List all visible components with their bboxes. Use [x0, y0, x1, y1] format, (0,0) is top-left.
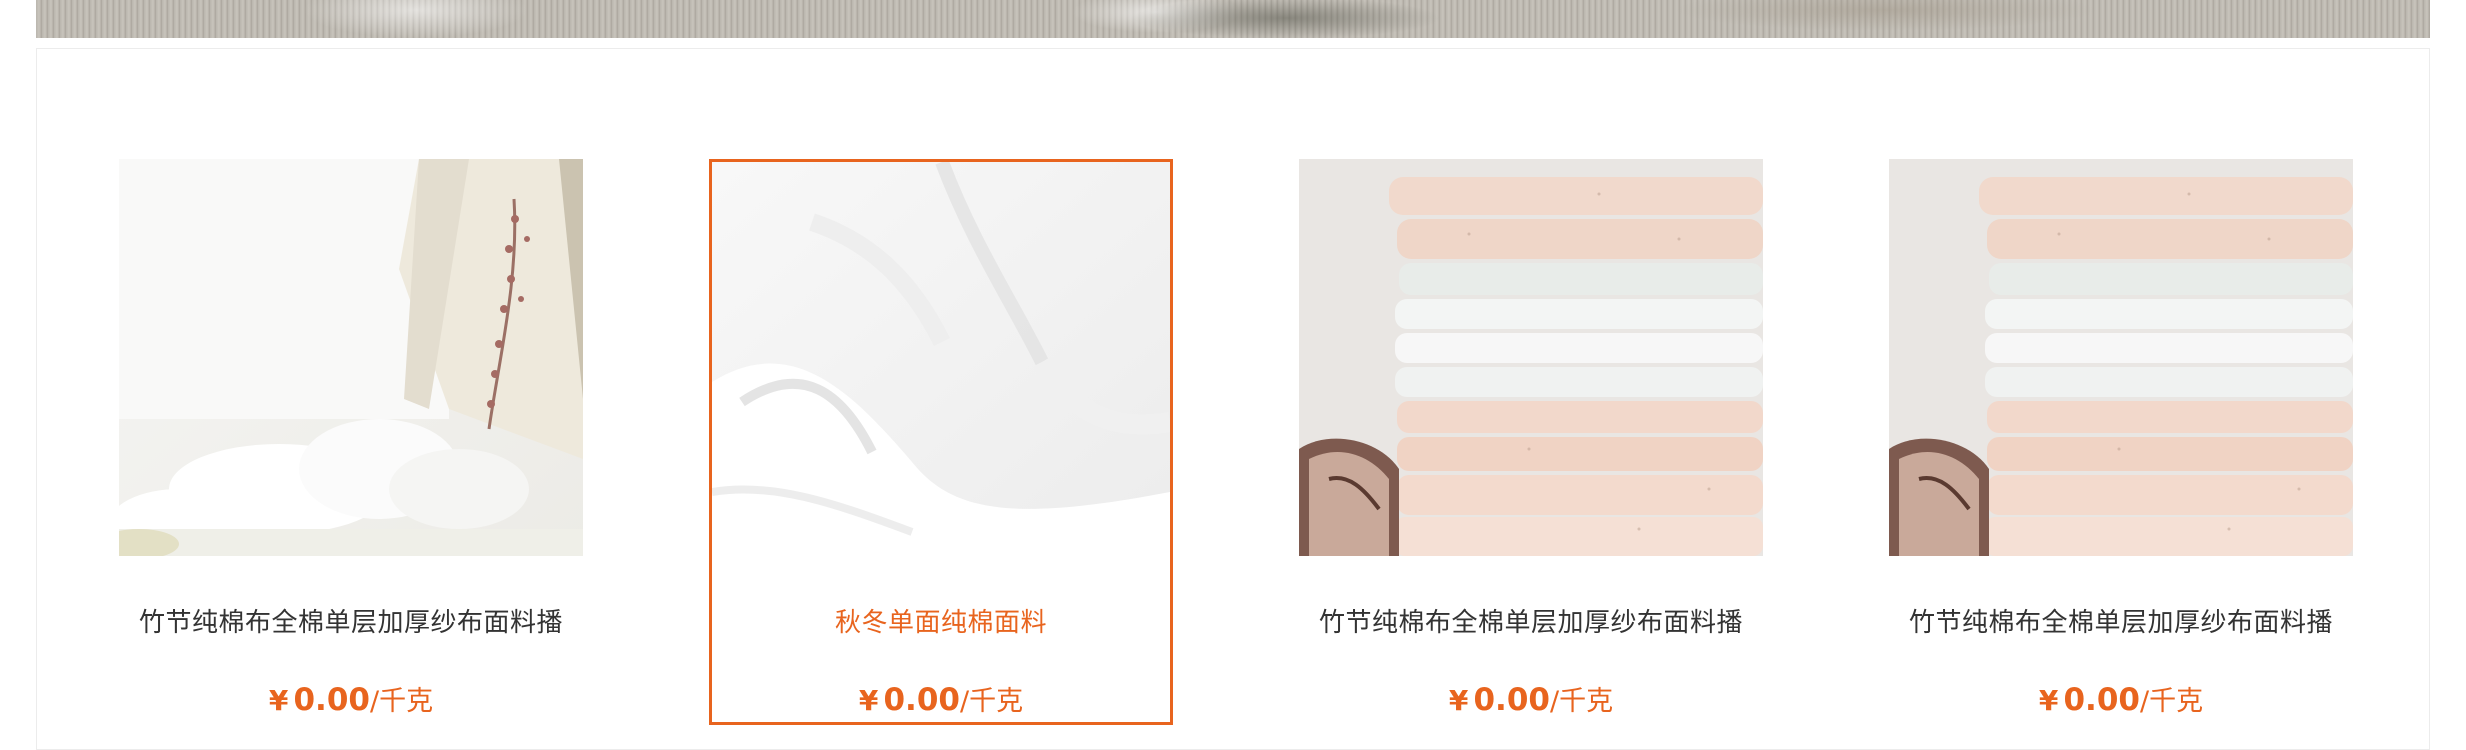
product-price: ¥ 0.00/千克: [1299, 679, 1763, 718]
price-currency: ¥: [1448, 684, 1469, 717]
price-amount: 0.00: [1473, 682, 1550, 718]
price-currency: ¥: [858, 684, 879, 717]
product-price: ¥ 0.00/千克: [1889, 679, 2353, 718]
price-amount: 0.00: [883, 682, 960, 718]
price-unit: /千克: [2139, 686, 2204, 717]
product-card[interactable]: 竹节纯棉布全棉单层加厚纱布面料播 ¥ 0.00/千克: [1299, 159, 1763, 725]
product-image[interactable]: [119, 159, 583, 556]
product-image[interactable]: [1299, 159, 1763, 556]
product-grid: 竹节纯棉布全棉单层加厚纱布面料播 ¥ 0.00/千克 秋冬单面纯棉面料 ¥ 0.…: [36, 48, 2430, 750]
product-title[interactable]: 竹节纯棉布全棉单层加厚纱布面料播: [1889, 602, 2353, 639]
hero-banner-image: [36, 0, 2430, 38]
price-amount: 0.00: [293, 682, 370, 718]
product-card[interactable]: 竹节纯棉布全棉单层加厚纱布面料播 ¥ 0.00/千克: [119, 159, 583, 725]
price-currency: ¥: [2038, 684, 2059, 717]
product-card[interactable]: 竹节纯棉布全棉单层加厚纱布面料播 ¥ 0.00/千克: [1889, 159, 2353, 725]
price-unit: /千克: [1549, 686, 1614, 717]
product-title[interactable]: 竹节纯棉布全棉单层加厚纱布面料播: [119, 602, 583, 639]
product-title[interactable]: 秋冬单面纯棉面料: [712, 602, 1170, 639]
product-card[interactable]: 秋冬单面纯棉面料 ¥ 0.00/千克: [709, 159, 1173, 725]
price-currency: ¥: [268, 684, 289, 717]
product-title[interactable]: 竹节纯棉布全棉单层加厚纱布面料播: [1299, 602, 1763, 639]
price-unit: /千克: [369, 686, 434, 717]
price-unit: /千克: [959, 686, 1024, 717]
product-image[interactable]: [712, 162, 1170, 555]
product-price: ¥ 0.00/千克: [119, 679, 583, 718]
price-amount: 0.00: [2063, 682, 2140, 718]
product-image[interactable]: [1889, 159, 2353, 556]
product-price: ¥ 0.00/千克: [712, 679, 1170, 718]
